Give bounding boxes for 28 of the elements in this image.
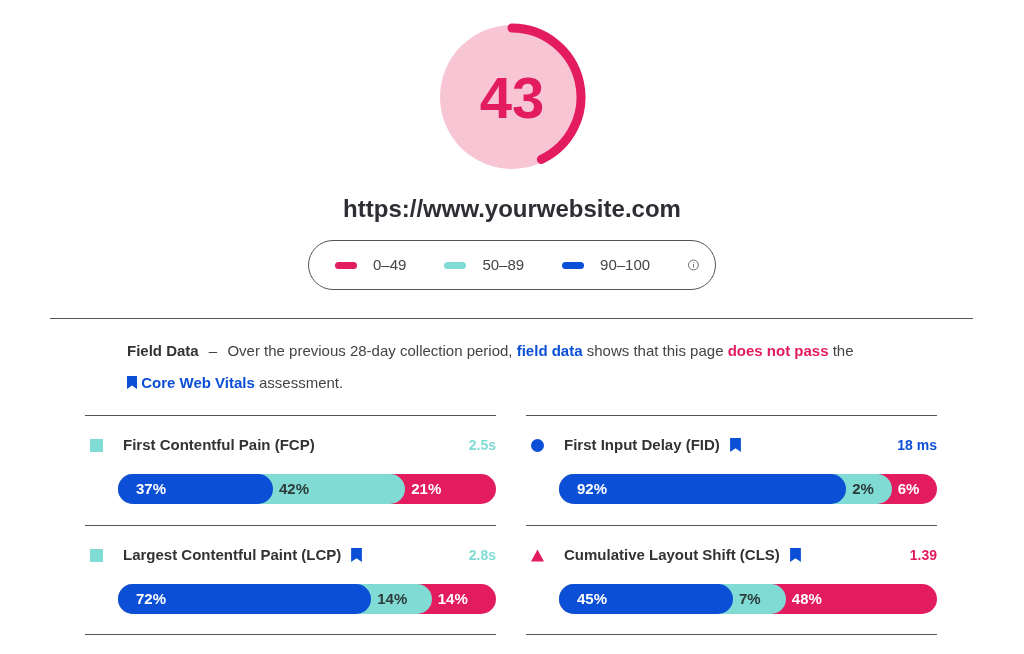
percentage-label: 2% <box>852 478 874 499</box>
percentage-label: 21% <box>411 478 442 499</box>
legend-label: 0–49 <box>373 254 407 275</box>
metric-value: 18 ms <box>897 435 937 455</box>
percentage-label: 45% <box>577 588 608 609</box>
page-url: https://www.yourwebsite.com <box>342 194 682 224</box>
percentage-label: 7% <box>738 588 761 609</box>
percentage-label: 6% <box>897 478 920 499</box>
percentage-label: 14% <box>377 588 408 609</box>
metric-value: 2.8s <box>468 545 496 565</box>
bookmark-icon <box>127 376 137 389</box>
metric-value: 1.39 <box>909 545 937 565</box>
percentage-label: 37% <box>136 478 167 499</box>
field-data-link[interactable]: field data <box>516 342 583 359</box>
legend-label: 90–100 <box>600 254 651 275</box>
metric-value: 2.5s <box>468 435 496 455</box>
metric-name: First Contentful Pain (FCP) <box>123 435 315 455</box>
field-data-description: Field Data – Over the previous 28-day collection period, field data shows that this page does not pass the Core Web Vitals assessment. <box>127 341 855 393</box>
percentage-label: 42% <box>278 478 309 499</box>
core-web-vitals-link[interactable]: Core Web Vitals <box>141 374 255 391</box>
percentage-label: 48% <box>791 588 822 609</box>
legend-label: 50–89 <box>482 254 525 275</box>
percentage-label: 14% <box>437 588 468 609</box>
percentage-label: 92% <box>577 478 608 499</box>
metric-name: Cumulative Layout Shift (CLS) <box>564 545 780 565</box>
metric-name: Largest Contentful Paint (LCP) <box>123 545 342 565</box>
metric-name: First Input Delay (FID) <box>564 435 720 455</box>
percentage-label: 72% <box>136 588 167 609</box>
